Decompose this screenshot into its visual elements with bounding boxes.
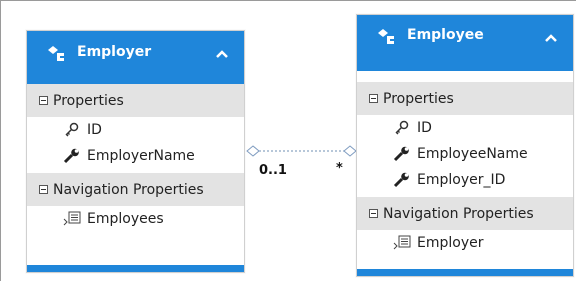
- property-row[interactable]: EmployerName: [27, 143, 244, 169]
- association-end-diamond-left: [246, 145, 260, 157]
- key-icon: [63, 122, 81, 138]
- wrench-icon: [393, 146, 411, 162]
- entity-header[interactable]: Employee: [357, 15, 573, 71]
- collapse-box-icon[interactable]: [369, 94, 378, 103]
- wrench-icon: [63, 148, 81, 164]
- entity-type-icon: [377, 28, 397, 50]
- collapse-box-icon[interactable]: [369, 209, 378, 218]
- navigation-section-header[interactable]: Navigation Properties: [357, 197, 573, 230]
- navigation-property-name: Employer: [417, 235, 484, 251]
- entity-footer: [357, 269, 573, 276]
- entity-title: Employer: [77, 44, 152, 60]
- navigation-property-name: Employees: [87, 211, 164, 227]
- properties-section-header[interactable]: Properties: [27, 84, 244, 117]
- multiplicity-left: 0..1: [259, 163, 287, 178]
- property-name: ID: [87, 122, 102, 138]
- multiplicity-right: *: [336, 161, 343, 176]
- navigation-section-header[interactable]: Navigation Properties: [27, 173, 244, 206]
- section-label: Properties: [53, 92, 124, 109]
- property-name: EmployeeName: [417, 146, 528, 162]
- property-name: Employer_ID: [417, 172, 506, 188]
- properties-section-header[interactable]: Properties: [357, 82, 573, 115]
- collapse-chevron-icon[interactable]: [543, 30, 559, 46]
- navigation-property-icon: [63, 211, 81, 227]
- section-label: Navigation Properties: [383, 205, 534, 222]
- entity-footer: [27, 265, 244, 272]
- collapse-chevron-icon[interactable]: [214, 46, 230, 62]
- navigation-property-row[interactable]: Employer: [357, 230, 573, 256]
- collapse-box-icon[interactable]: [39, 96, 48, 105]
- property-row[interactable]: ID: [357, 115, 573, 141]
- entity-employee[interactable]: Employee Properties ID EmployeeName Empl…: [356, 14, 574, 277]
- diagram-canvas: 0..1 * Employer Properties ID EmployerNa…: [0, 0, 576, 281]
- collapse-box-icon[interactable]: [39, 185, 48, 194]
- navigation-property-row[interactable]: Employees: [27, 206, 244, 232]
- property-row[interactable]: EmployeeName: [357, 141, 573, 167]
- entity-type-icon: [47, 45, 67, 67]
- section-label: Properties: [383, 90, 454, 107]
- property-row[interactable]: ID: [27, 117, 244, 143]
- property-row[interactable]: Employer_ID: [357, 167, 573, 193]
- wrench-icon: [393, 172, 411, 188]
- entity-title: Employee: [407, 27, 484, 43]
- entity-employer[interactable]: Employer Properties ID EmployerName Navi…: [26, 30, 245, 273]
- association-end-diamond-right: [343, 145, 357, 157]
- property-name: ID: [417, 120, 432, 136]
- entity-header[interactable]: Employer: [27, 31, 244, 84]
- section-label: Navigation Properties: [53, 181, 204, 198]
- navigation-property-icon: [393, 235, 411, 251]
- property-name: EmployerName: [87, 148, 195, 164]
- key-icon: [393, 120, 411, 136]
